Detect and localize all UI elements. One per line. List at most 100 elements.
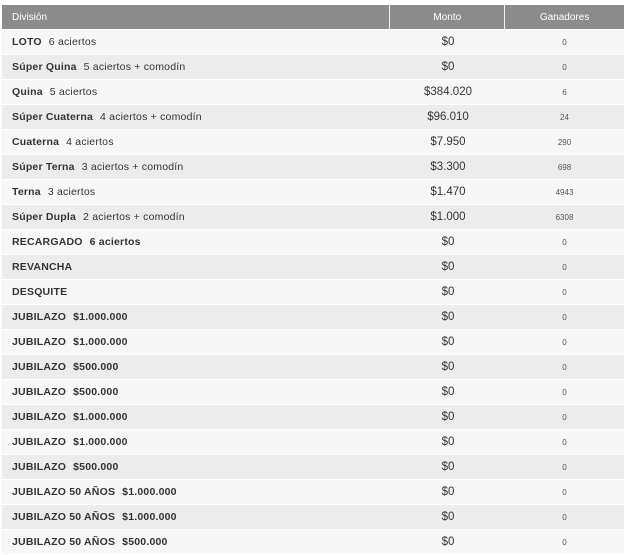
division-detail: 5 aciertos + comodín	[83, 61, 186, 73]
division-cell: JUBILAZO $500.000	[2, 455, 391, 479]
division-cell: Súper Quina 5 aciertos + comodín	[2, 55, 391, 79]
table-row: JUBILAZO 50 AÑOS $1.000.000 $0 0	[2, 504, 624, 529]
division-cell: JUBILAZO $1.000.000	[2, 305, 391, 329]
division-name: REVANCHA	[12, 261, 73, 273]
ganadores-cell: 0	[562, 437, 567, 447]
division-cell: Quina 5 aciertos	[2, 80, 391, 104]
division-name: Terna	[12, 186, 41, 198]
division-detail: 6 aciertos	[48, 36, 97, 48]
division-name: JUBILAZO	[12, 336, 67, 348]
division-detail: $1.000.000	[122, 486, 177, 498]
table-row: JUBILAZO $1.000.000 $0 0	[2, 329, 624, 354]
monto-cell: $0	[441, 486, 455, 498]
table-row: DESQUITE $0 0	[2, 279, 624, 304]
division-cell: JUBILAZO 50 AÑOS $500.000	[2, 530, 391, 554]
ganadores-cell: 0	[562, 37, 567, 47]
ganadores-cell: 0	[562, 387, 567, 397]
division-name: JUBILAZO	[12, 411, 67, 423]
division-detail: $1.000.000	[122, 511, 177, 523]
table-row: Súper Quina 5 aciertos + comodín $0 0	[2, 54, 624, 79]
ganadores-cell: 0	[562, 337, 567, 347]
division-name: JUBILAZO	[12, 386, 67, 398]
division-cell: JUBILAZO 50 AÑOS $1.000.000	[2, 480, 391, 504]
table-row: Súper Dupla 2 aciertos + comodín $1.000 630…	[2, 204, 624, 229]
monto-cell: $7.950	[430, 136, 466, 148]
division-name: Quina	[12, 86, 43, 98]
ganadores-cell: 290	[557, 137, 572, 147]
monto-cell: $1.000	[430, 211, 466, 223]
monto-cell: $384.020	[424, 86, 472, 98]
division-name: DESQUITE	[12, 286, 68, 298]
table-row: RECARGADO 6 aciertos $0 0	[2, 229, 624, 254]
monto-cell: $0	[441, 361, 455, 373]
table-body: LOTO 6 aciertos $0 0 Súper Quina 5 aciertos +…	[2, 29, 624, 554]
division-detail: 4 aciertos + comodín	[100, 111, 202, 123]
header-monto: Monto	[390, 5, 506, 29]
table-row: JUBILAZO 50 AÑOS $500.000 $0 0	[2, 529, 624, 554]
ganadores-cell: 6308	[555, 212, 574, 222]
monto-cell: $0	[441, 286, 455, 298]
ganadores-cell: 0	[562, 287, 567, 297]
table-row: Quina 5 aciertos $384.020 6	[2, 79, 624, 104]
division-name: JUBILAZO 50 AÑOS	[12, 486, 116, 498]
monto-cell: $0	[441, 236, 455, 248]
division-detail: $500.000	[73, 461, 119, 473]
table-row: Súper Cuaterna 4 aciertos + comodín $96.01…	[2, 104, 624, 129]
table-row: Cuaterna 4 aciertos $7.950 290	[2, 129, 624, 154]
division-cell: JUBILAZO $1.000.000	[2, 430, 391, 454]
division-name: Súper Dupla	[12, 211, 77, 223]
division-detail: 5 aciertos	[49, 86, 98, 98]
ganadores-cell: 6	[562, 87, 567, 97]
ganadores-cell: 698	[557, 162, 572, 172]
division-name: JUBILAZO 50 AÑOS	[12, 536, 116, 548]
division-name: Súper Terna	[12, 161, 75, 173]
division-detail: 2 aciertos + comodín	[83, 211, 185, 223]
monto-cell: $0	[441, 311, 455, 323]
monto-cell: $1.470	[430, 186, 466, 198]
monto-cell: $0	[441, 461, 455, 473]
monto-cell: $3.300	[430, 161, 466, 173]
monto-cell: $0	[441, 61, 455, 73]
division-cell: Cuaterna 4 aciertos	[2, 130, 391, 154]
ganadores-cell: 0	[562, 62, 567, 72]
table-row: Súper Terna 3 aciertos + comodín $3.300 698	[2, 154, 624, 179]
ganadores-cell: 0	[562, 462, 567, 472]
monto-cell: $0	[441, 536, 455, 548]
division-cell: JUBILAZO $500.000	[2, 355, 391, 379]
division-cell: Súper Dupla 2 aciertos + comodín	[2, 205, 391, 229]
division-detail: $1.000.000	[73, 436, 128, 448]
table-row: JUBILAZO $1.000.000 $0 0	[2, 404, 624, 429]
division-name: JUBILAZO	[12, 436, 67, 448]
monto-cell: $0	[441, 511, 455, 523]
division-detail: $1.000.000	[73, 411, 128, 423]
division-detail: $500.000	[122, 536, 168, 548]
ganadores-cell: 0	[562, 312, 567, 322]
results-table: División Monto Ganadores LOTO 6 aciertos $…	[2, 5, 624, 554]
ganadores-cell: 4943	[555, 187, 574, 197]
monto-cell: $0	[441, 411, 455, 423]
division-cell: Súper Cuaterna 4 aciertos + comodín	[2, 105, 391, 129]
ganadores-cell: 0	[562, 412, 567, 422]
division-cell: REVANCHA	[2, 255, 391, 279]
monto-cell: $0	[441, 436, 455, 448]
division-name: LOTO	[12, 36, 42, 48]
ganadores-cell: 0	[562, 262, 567, 272]
division-cell: DESQUITE	[2, 280, 391, 304]
monto-cell: $0	[441, 261, 455, 273]
ganadores-cell: 0	[562, 487, 567, 497]
division-name: JUBILAZO	[12, 461, 67, 473]
division-name: Cuaterna	[12, 136, 60, 148]
table-row: JUBILAZO $500.000 $0 0	[2, 454, 624, 479]
division-cell: Súper Terna 3 aciertos + comodín	[2, 155, 391, 179]
division-detail: 3 aciertos	[47, 186, 96, 198]
division-detail: 4 aciertos	[66, 136, 114, 148]
ganadores-cell: 0	[562, 362, 567, 372]
table-row: JUBILAZO $500.000 $0 0	[2, 379, 624, 404]
monto-cell: $0	[441, 336, 455, 348]
table-row: JUBILAZO 50 AÑOS $1.000.000 $0 0	[2, 479, 624, 504]
division-detail: 3 aciertos + comodín	[81, 161, 184, 173]
division-detail: 6 aciertos	[89, 236, 141, 248]
ganadores-cell: 24	[560, 112, 569, 122]
table-header: División Monto Ganadores	[2, 5, 624, 29]
division-name: JUBILAZO 50 AÑOS	[12, 511, 116, 523]
